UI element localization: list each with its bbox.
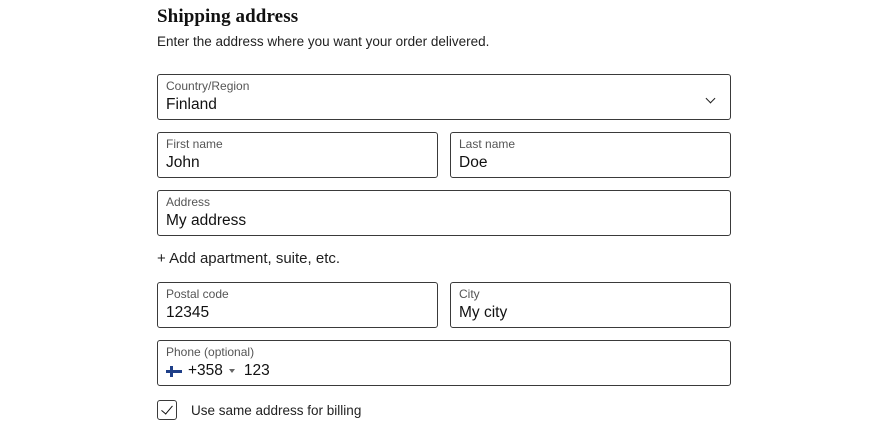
same-billing-checkbox-row[interactable]: Use same address for billing: [157, 400, 361, 420]
same-billing-checkbox[interactable]: [157, 400, 177, 420]
phone-field[interactable]: Phone (optional) +358 123: [157, 340, 731, 386]
address-label: Address: [166, 195, 211, 209]
postal-code-label: Postal code: [166, 287, 229, 301]
phone-label: Phone (optional): [166, 345, 255, 359]
add-apartment-link[interactable]: + Add apartment, suite, etc.: [157, 250, 340, 267]
country-region-select[interactable]: Country/Region Finland: [157, 74, 731, 120]
phone-country-code-select[interactable]: +358: [166, 362, 244, 380]
city-field[interactable]: City My city: [450, 282, 731, 328]
caret-down-icon: [228, 369, 235, 373]
phone-input-row: +358 123: [166, 362, 270, 380]
city-value: My city: [459, 304, 508, 321]
shipping-address-subtitle: Enter the address where you want your or…: [157, 34, 490, 49]
chevron-down-icon: [705, 93, 716, 104]
checkmark-icon: [161, 402, 173, 415]
last-name-label: Last name: [459, 137, 516, 151]
last-name-value: Doe: [459, 154, 488, 171]
address-field[interactable]: Address My address: [157, 190, 731, 236]
phone-number-value[interactable]: 123: [244, 362, 270, 380]
first-name-value: John: [166, 154, 200, 171]
postal-code-value: 12345: [166, 304, 210, 321]
address-value: My address: [166, 212, 247, 229]
shipping-address-heading: Shipping address: [157, 6, 299, 27]
city-label: City: [459, 287, 480, 301]
first-name-field[interactable]: First name John: [157, 132, 438, 178]
postal-code-field[interactable]: Postal code 12345: [157, 282, 438, 328]
phone-dial-code: +358: [188, 362, 223, 379]
country-region-label: Country/Region: [166, 79, 250, 93]
same-billing-label: Use same address for billing: [191, 402, 362, 418]
first-name-label: First name: [166, 137, 223, 151]
finland-flag-icon: [166, 365, 182, 377]
last-name-field[interactable]: Last name Doe: [450, 132, 731, 178]
country-region-value: Finland: [166, 96, 217, 113]
